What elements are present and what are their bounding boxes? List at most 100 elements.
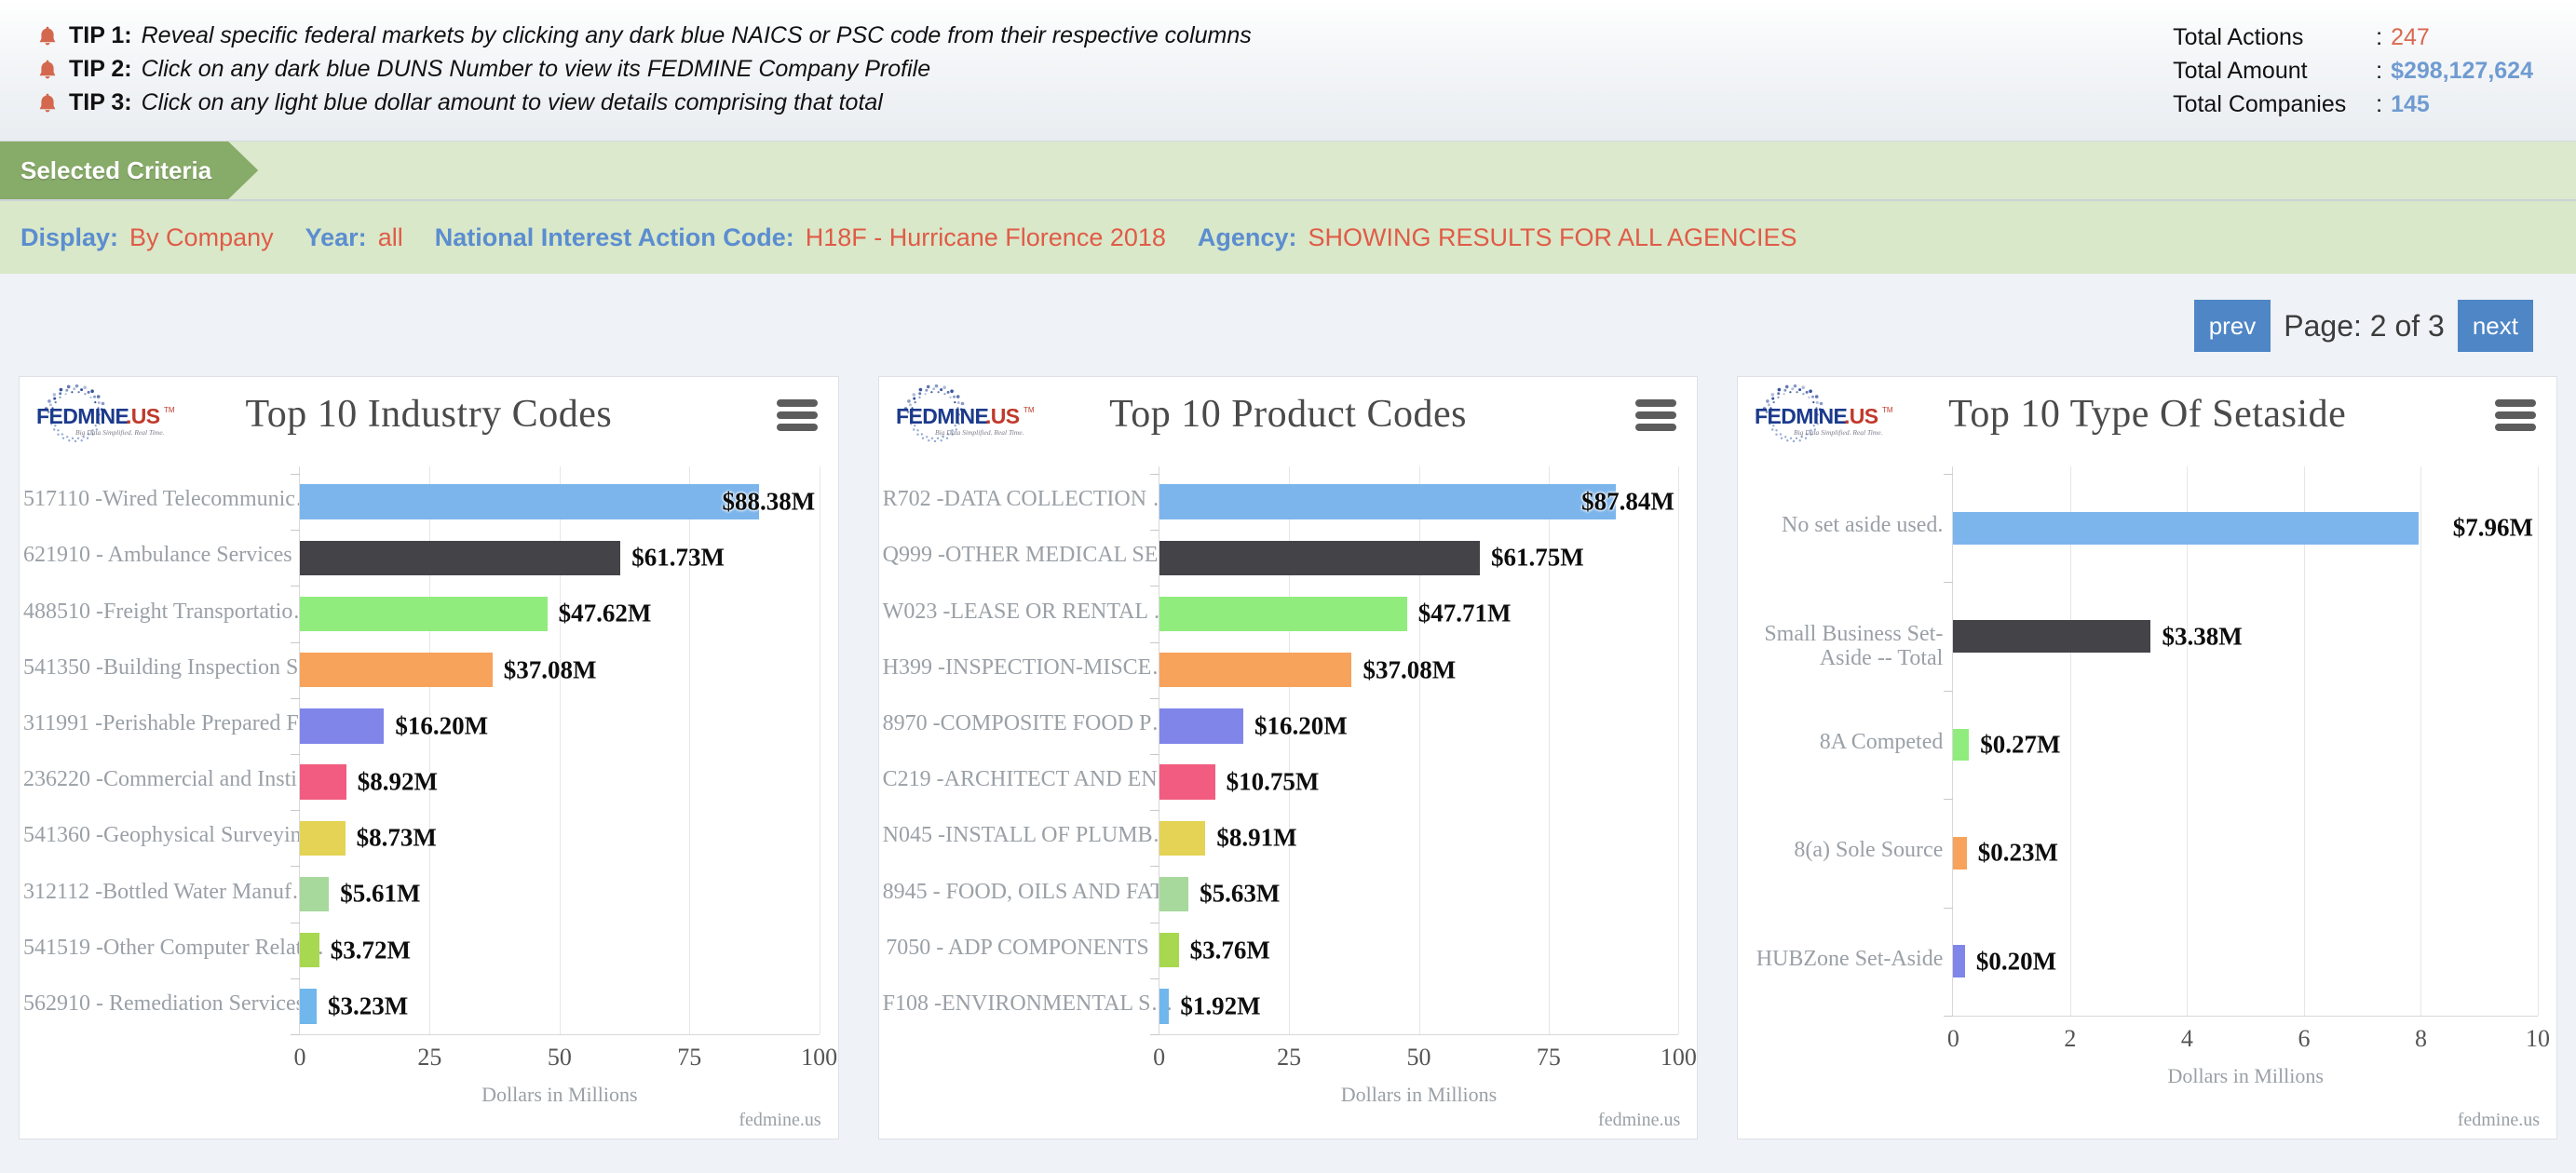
total-row: Total Companies:145 [2173,88,2533,121]
x-tick-label: 4 [2180,1025,2193,1052]
bar-value-label: $47.62M [558,599,652,627]
criteria-values-row: Display: By Company Year: all National Inter… [0,201,2576,274]
axis-tick [291,922,300,924]
bar[interactable] [300,708,385,744]
axis-tick [291,978,300,979]
tip-label: TIP 1: [69,21,132,48]
bar-row: $7.96M [1953,511,2538,545]
chart-menu-icon[interactable] [2495,399,2537,431]
category-label: 621910 - Ambulance Services [23,543,292,568]
category-label: W023 -LEASE OR RENTAL … [882,599,1176,624]
axis-tick [291,754,300,755]
axis-tick [291,866,300,868]
pagination: prev Page: 2 of 3 next [2193,300,2533,352]
axis-tick [1149,530,1159,532]
gridline [1678,466,1680,1034]
criteria-key: Display: [20,222,119,251]
bar[interactable] [300,933,319,968]
bar-value-label: $37.08M [1363,655,1457,684]
bar[interactable] [1159,484,1616,519]
x-axis-title: Dollars in Millions [2167,1064,2324,1087]
bar-value-label: $3.38M [2162,622,2243,651]
bar-row: $16.20M [1159,708,1679,744]
bar[interactable] [1953,511,2419,545]
bar-row: $3.72M [300,933,820,968]
bar[interactable] [1159,708,1243,744]
x-tick-label: 50 [547,1044,572,1071]
bar[interactable] [300,596,548,632]
bar[interactable] [1159,540,1481,575]
axis-tick [291,697,300,699]
bar-row: $87.84M [1159,484,1679,519]
category-label: 541519 -Other Computer Relat… [23,935,325,960]
bar-row: $37.08M [1159,653,1679,688]
next-page-button[interactable]: next [2457,300,2533,352]
bar[interactable] [1159,596,1407,632]
criteria-key: Agency: [1197,222,1297,251]
bar[interactable] [1159,876,1189,912]
axis-tick [291,1034,300,1035]
bar[interactable] [1159,764,1215,800]
bar-row: $8.73M [300,820,820,856]
bar-value-label: $37.08M [503,655,597,684]
x-axis-line [1953,1016,2539,1017]
gridline [2538,466,2540,1016]
bar-row: $3.76M [1159,933,1679,968]
x-tick-label: 100 [801,1044,838,1071]
bar-row: $5.63M [1159,876,1679,912]
prev-page-button[interactable]: prev [2193,300,2271,352]
chart-menu-icon[interactable] [1635,399,1677,431]
bar[interactable] [1159,933,1179,968]
bar-value-label: $8.91M [1216,823,1297,852]
x-tick-label: 50 [1406,1044,1431,1071]
axis-tick [291,810,300,812]
total-value: $298,127,624 [2391,57,2533,84]
total-row: Total Amount: $298,127,624 [2173,54,2533,88]
bar[interactable] [1159,820,1206,856]
total-key: Total Actions [2173,23,2304,50]
axis-tick [1149,697,1159,699]
bar[interactable] [1159,653,1352,688]
bar-row: $61.75M [1159,540,1679,575]
bar[interactable] [300,989,317,1024]
bar[interactable] [300,876,330,912]
bars-container: $87.84M $61.75M $47.71M $37.08M $16.20M $10.7… [1149,466,1697,1106]
bar-row: $47.62M [300,596,820,632]
chart-panel: FEDMINE .US TM Big Data Simplified. Real Ti… [19,376,839,1139]
chart-title: Top 10 Industry Codes [245,393,613,436]
bar[interactable] [1953,728,1970,762]
tip-label: TIP 2: [69,55,132,82]
x-tick-label: 100 [1660,1044,1697,1071]
bar[interactable] [1953,620,2151,654]
bar[interactable] [1953,945,1965,978]
total-colon: : [2376,57,2383,84]
bar[interactable] [300,653,493,688]
chart-menu-icon[interactable] [776,399,818,431]
category-label: F108 -ENVIRONMENTAL S… [882,991,1173,1016]
selected-criteria-bar: Selected Criteria Display: By Company Year… [0,142,2576,274]
bar-value-label: $0.23M [1977,838,2058,867]
bar[interactable] [300,540,621,575]
x-axis-line [1159,1034,1679,1035]
bar-value-label: $0.20M [1975,947,2057,976]
bar[interactable] [1953,836,1967,870]
x-tick-label: 75 [1536,1044,1561,1071]
axis-tick [1944,582,1954,584]
total-row: Total Actions:247 [2173,20,2533,54]
bar-row: $0.27M [1953,728,2538,762]
bar-row: $0.23M [1953,836,2538,870]
bar-value-label: $87.84M [1581,487,1674,516]
totals-summary: Total Actions:247 Total Amount: $298,127,6… [2173,20,2533,121]
bar-value-label: $5.61M [340,879,421,908]
axis-tick [1149,1034,1159,1035]
bar-row: $47.71M [1159,596,1679,632]
bar[interactable] [300,484,759,519]
bar-value-label: $7.96M [2452,513,2533,542]
bar[interactable] [300,820,346,856]
bar[interactable] [300,764,346,800]
plot-area: R702 -DATA COLLECTION … Q999 -OTHER MEDIC… [879,466,1697,1106]
bar[interactable] [1159,989,1170,1024]
axis-tick [291,641,300,643]
category-label: 8(a) Sole Source [1794,838,1944,863]
category-label: HUBZone Set-Aside [1756,946,1944,971]
